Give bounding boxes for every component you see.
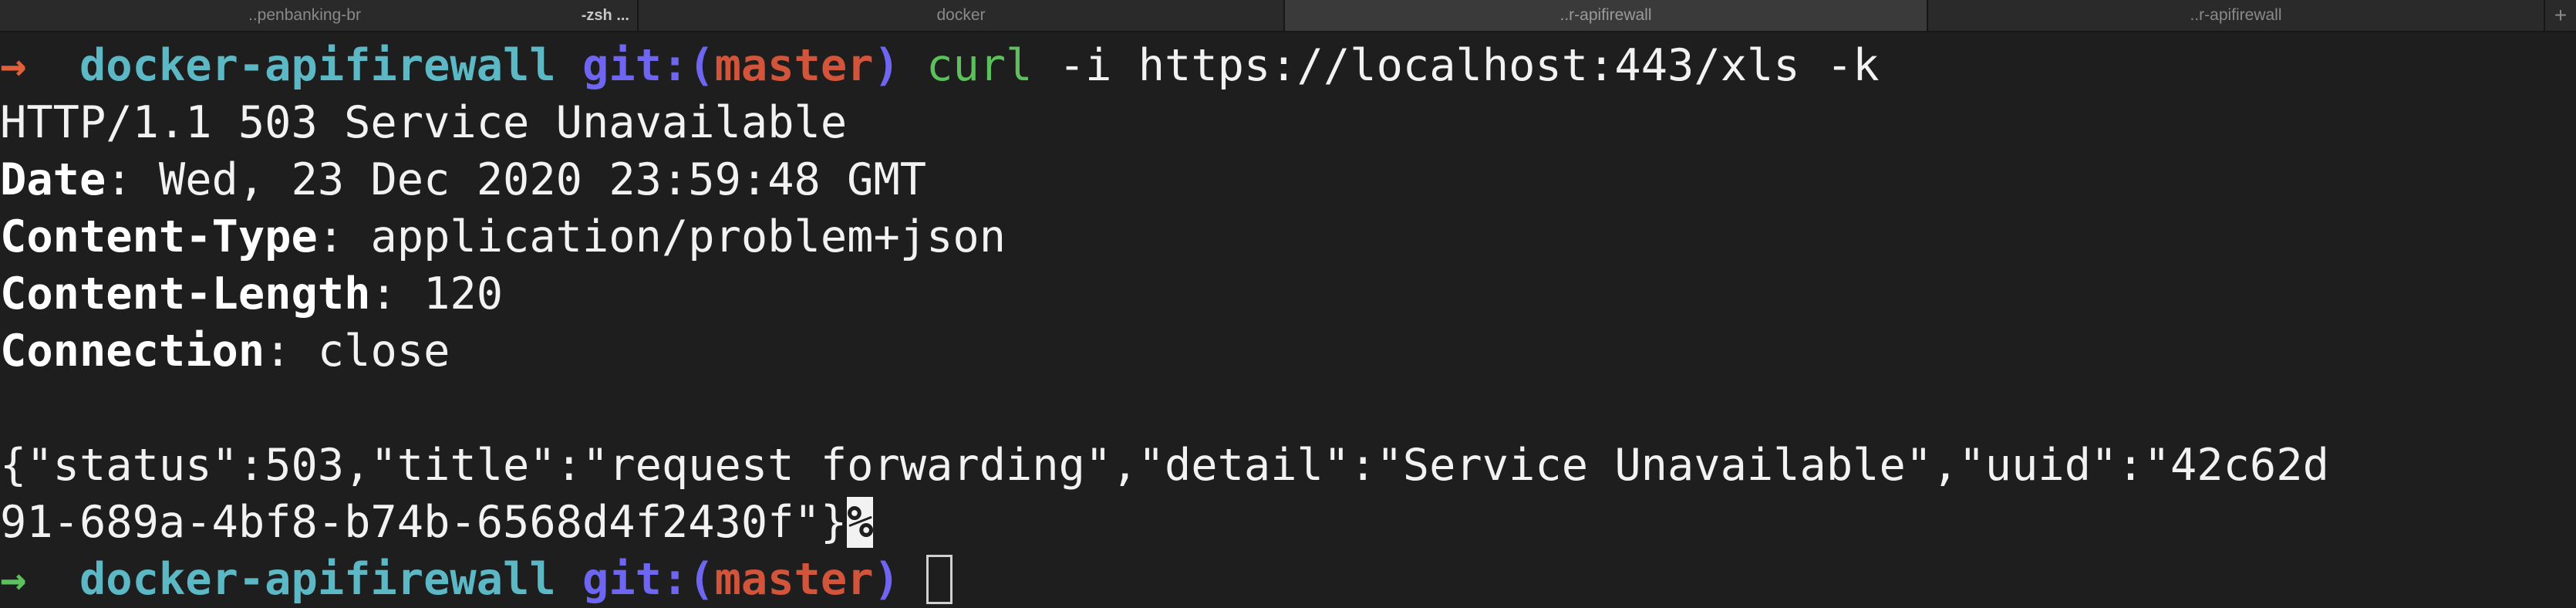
header-key: Connection (0, 326, 265, 377)
prompt-arrow-icon: → (0, 554, 27, 605)
text-cursor[interactable] (926, 555, 953, 605)
prompt-directory: docker-apifirewall (79, 40, 556, 91)
prompt-line: → docker-apifirewall git:(master) (0, 551, 953, 608)
header-line-content-type: Content-Type: application/problem+json (0, 211, 1006, 262)
tab-bar: ..penbanking-br -zsh ... docker ..r-apif… (0, 0, 2576, 32)
tab-apifirewall[interactable]: ..r-apifirewall (1928, 0, 2545, 31)
prompt-git-label: git:( (582, 40, 715, 91)
header-value: 120 (396, 269, 504, 319)
prompt-git-label: git:( (582, 554, 715, 605)
tab-label: ..r-apifirewall (1559, 6, 1652, 24)
header-key: Date (0, 154, 106, 205)
header-value: application/problem+json (344, 211, 1006, 262)
header-value: close (291, 326, 450, 377)
tab-penbanking[interactable]: ..penbanking-br -zsh ... (0, 0, 639, 31)
header-line-date: Date: Wed, 23 Dec 2020 23:59:48 GMT (0, 154, 927, 205)
tab-apifirewall-active[interactable]: ..r-apifirewall (1285, 0, 1928, 31)
prompt-arrow-icon: → (0, 40, 27, 91)
header-line-connection: Connection: close (0, 326, 450, 377)
header-key: Content-Length (0, 269, 371, 319)
command-line: → docker-apifirewall git:(master) curl -… (0, 37, 1880, 94)
no-newline-marker: % (847, 497, 874, 548)
tab-label: docker (936, 6, 986, 24)
command-args: -i https://localhost:443/xls -k (1032, 40, 1880, 91)
command-program: curl (926, 40, 1033, 91)
terminal-output[interactable]: → docker-apifirewall git:(master) curl -… (0, 34, 2576, 608)
prompt-branch: master (714, 554, 874, 605)
response-body-line-1: {"status":503,"title":"request forwardin… (0, 440, 2329, 491)
new-tab-button[interactable]: + (2545, 0, 2576, 31)
tab-label: ..r-apifirewall (2190, 6, 2282, 24)
response-body-line-2: 91-689a-4bf8-b74b-6568d4f2430f"}% (0, 494, 874, 551)
header-value: Wed, 23 Dec 2020 23:59:48 GMT (132, 154, 927, 205)
response-body-text: 91-689a-4bf8-b74b-6568d4f2430f"} (0, 497, 848, 548)
prompt-git-close: ) (873, 554, 900, 605)
tab-label: ..penbanking-br (248, 6, 361, 24)
tab-process-label: -zsh ... (581, 6, 629, 24)
header-key: Content-Type (0, 211, 318, 262)
prompt-git-close: ) (873, 40, 900, 91)
prompt-branch: master (714, 40, 874, 91)
prompt-directory: docker-apifirewall (79, 554, 556, 605)
tab-docker[interactable]: docker (639, 0, 1285, 31)
status-line: HTTP/1.1 503 Service Unavailable (0, 97, 848, 148)
terminal-window: ..penbanking-br -zsh ... docker ..r-apif… (0, 0, 2576, 608)
header-line-content-length: Content-Length: 120 (0, 269, 504, 319)
